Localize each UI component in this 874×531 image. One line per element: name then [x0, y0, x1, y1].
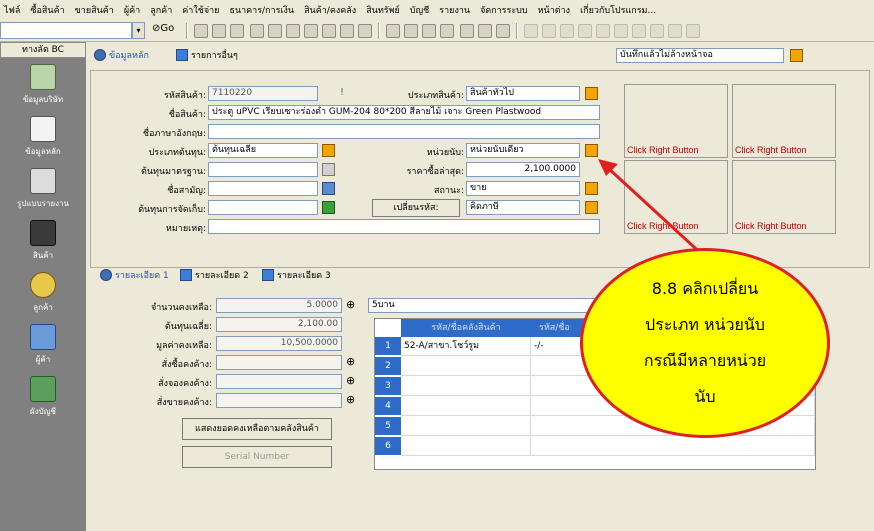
callout-line: นับ: [694, 387, 716, 406]
callout-line: กรณีมีหลายหน่วย: [643, 351, 767, 370]
callout-line: ประเภท หน่วยนับ: [645, 315, 765, 334]
callout-line: 8.8 คลิกเปลี่ยน: [651, 279, 759, 298]
instruction-callout: 8.8 คลิกเปลี่ยน ประเภท หน่วยนับ กรณีมีหล…: [580, 248, 830, 438]
